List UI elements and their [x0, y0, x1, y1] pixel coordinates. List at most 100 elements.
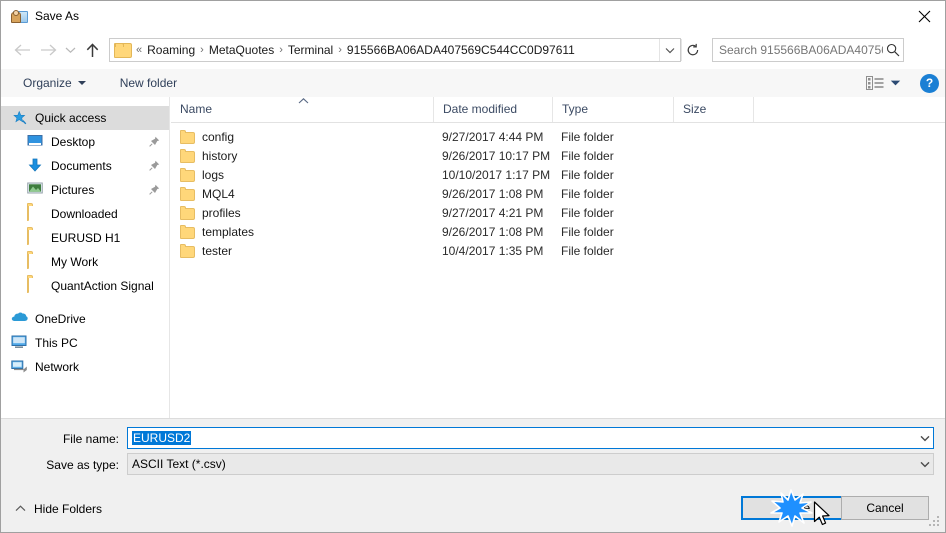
folder-icon — [180, 148, 195, 163]
network-icon — [11, 359, 28, 375]
file-name-value: EURUSD2 — [132, 431, 192, 445]
folder-icon — [180, 205, 195, 220]
sidebar-item-pictures[interactable]: Pictures — [1, 178, 169, 202]
file-type: File folder — [561, 243, 614, 258]
pin-icon[interactable] — [149, 160, 160, 171]
file-date-modified: 10/4/2017 1:35 PM — [442, 243, 544, 258]
chevron-down-icon[interactable] — [916, 428, 933, 448]
refresh-icon[interactable] — [681, 39, 704, 61]
file-type: File folder — [561, 167, 614, 182]
breadcrumb-item-roaming[interactable]: Roaming — [143, 39, 199, 61]
search-icon[interactable] — [883, 39, 903, 61]
breadcrumb-item-metaquotes[interactable]: MetaQuotes — [205, 39, 278, 61]
up-arrow-icon[interactable] — [79, 37, 105, 63]
sidebar-item-this-pc[interactable]: This PC — [1, 331, 169, 355]
list-view-icon[interactable] — [866, 75, 884, 91]
navigation-bar: « Roaming › MetaQuotes › Terminal › 9155… — [1, 31, 945, 69]
column-header-type[interactable]: Type — [552, 97, 673, 122]
table-row[interactable]: logs 10/10/2017 1:17 PM File folder — [171, 165, 945, 184]
sidebar-item-label: Desktop — [51, 135, 96, 149]
breadcrumb-item-terminal[interactable]: Terminal — [284, 39, 337, 61]
recent-locations-chevron-down-icon[interactable] — [61, 37, 79, 63]
folder-icon — [180, 167, 195, 182]
sidebar-item-documents[interactable]: Documents — [1, 154, 169, 178]
breadcrumb-overflow[interactable]: « — [135, 39, 143, 61]
save-as-dialog: Save As « Roaming › MetaQuotes › Termina… — [0, 0, 946, 533]
back-arrow-icon[interactable] — [9, 37, 35, 63]
sidebar-item-eurusd-h1[interactable]: EURUSD H1 — [1, 226, 169, 250]
cancel-button[interactable]: Cancel — [841, 496, 929, 520]
folder-icon — [27, 277, 44, 294]
chevron-up-icon — [15, 504, 26, 515]
navigation-pane: Quick access Desktop Documents Pictures … — [1, 97, 170, 418]
file-type: File folder — [561, 186, 614, 201]
documents-download-icon — [27, 158, 44, 174]
onedrive-cloud-icon — [11, 311, 28, 327]
sidebar-item-onedrive[interactable]: OneDrive — [1, 307, 169, 331]
new-folder-label: New folder — [119, 76, 178, 90]
file-name: history — [202, 148, 238, 163]
table-row[interactable]: config 9/27/2017 4:44 PM File folder — [171, 127, 945, 146]
table-row[interactable]: history 9/26/2017 10:17 PM File folder — [171, 146, 945, 165]
help-icon[interactable]: ? — [920, 73, 939, 93]
sidebar-item-label: My Work — [51, 255, 99, 269]
save-as-type-select[interactable]: ASCII Text (*.csv) — [127, 453, 934, 475]
sidebar-item-desktop[interactable]: Desktop — [1, 130, 169, 154]
pin-icon[interactable] — [149, 184, 160, 195]
hide-folders-label: Hide Folders — [34, 502, 103, 516]
sidebar-item-label: Documents — [51, 159, 112, 173]
column-header-size[interactable]: Size — [673, 97, 753, 122]
close-icon[interactable] — [901, 1, 945, 31]
resize-grip-icon[interactable] — [929, 516, 941, 528]
table-row[interactable]: MQL4 9/26/2017 1:08 PM File folder — [171, 184, 945, 203]
hide-folders-button[interactable]: Hide Folders — [15, 502, 102, 516]
file-list-rows: config 9/27/2017 4:44 PM File folder his… — [171, 123, 945, 260]
column-header-date-modified[interactable]: Date modified — [433, 97, 552, 122]
forward-arrow-icon[interactable] — [35, 37, 61, 63]
file-date-modified: 9/27/2017 4:21 PM — [442, 205, 544, 220]
cancel-label: Cancel — [866, 501, 904, 515]
sidebar-item-label: Downloaded — [51, 207, 118, 221]
file-date-modified: 9/26/2017 10:17 PM — [442, 148, 551, 163]
command-bar: Organize New folder ? — [1, 69, 945, 98]
pin-icon[interactable] — [149, 136, 160, 147]
sidebar-item-network[interactable]: Network — [1, 355, 169, 379]
sidebar-item-label: Network — [35, 360, 80, 374]
save-button[interactable]: Save — [741, 496, 852, 520]
search-box[interactable]: Search 915566BA06ADA40756... — [712, 38, 904, 62]
sidebar-item-downloaded[interactable]: Downloaded — [1, 202, 169, 226]
file-date-modified: 9/26/2017 1:08 PM — [442, 186, 544, 201]
file-date-modified: 9/27/2017 4:44 PM — [442, 129, 544, 144]
view-chevron-down-icon[interactable] — [886, 70, 904, 96]
folder-icon — [180, 243, 195, 258]
folder-icon — [180, 129, 195, 144]
this-pc-icon — [11, 335, 28, 351]
sidebar-item-quick-access[interactable]: Quick access — [1, 106, 169, 130]
window-title: Save As — [35, 9, 80, 23]
sidebar-item-my-work[interactable]: My Work — [1, 250, 169, 274]
sidebar-item-quantaction-signal[interactable]: QuantAction Signal — [1, 274, 169, 298]
save-as-type-label: Save as type: — [46, 458, 119, 472]
sidebar-item-label: Quick access — [35, 111, 107, 125]
address-bar[interactable]: « Roaming › MetaQuotes › Terminal › 9155… — [109, 38, 681, 62]
file-name: profiles — [202, 205, 241, 220]
breadcrumb-item-current[interactable]: 915566BA06ADA407569C544CC0D97611 — [343, 39, 579, 61]
file-name: config — [202, 129, 235, 144]
chevron-down-icon[interactable] — [916, 454, 933, 474]
sort-ascending-icon — [298, 97, 309, 106]
table-row[interactable]: profiles 9/27/2017 4:21 PM File folder — [171, 203, 945, 222]
sidebar-item-label: EURUSD H1 — [51, 231, 121, 245]
file-name: logs — [202, 167, 225, 182]
file-type: File folder — [561, 148, 614, 163]
table-row[interactable]: templates 9/26/2017 1:08 PM File folder — [171, 222, 945, 241]
new-folder-button[interactable]: New folder — [110, 70, 187, 96]
save-as-icon — [11, 8, 28, 24]
address-chevron-down-icon[interactable] — [659, 39, 680, 61]
search-input[interactable]: Search 915566BA06ADA40756... — [713, 43, 883, 57]
organize-button[interactable]: Organize — [13, 70, 96, 96]
table-row[interactable]: tester 10/4/2017 1:35 PM File folder — [171, 241, 945, 260]
file-date-modified: 9/26/2017 1:08 PM — [442, 224, 544, 239]
file-type: File folder — [561, 224, 614, 239]
file-name-input[interactable]: EURUSD2 — [127, 427, 934, 449]
folder-icon — [114, 42, 132, 58]
